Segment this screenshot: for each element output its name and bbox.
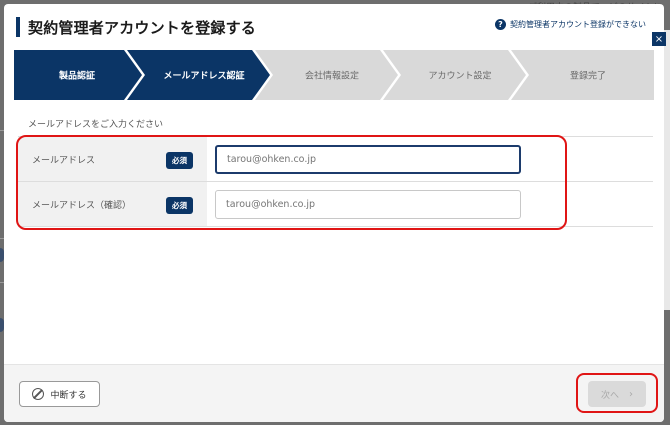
cancel-button[interactable]: 中断する — [19, 381, 100, 407]
step-3-label: 会社情報設定 — [305, 70, 359, 82]
step-5-label: 登録完了 — [570, 70, 606, 82]
prohibited-icon — [32, 388, 45, 400]
help-icon: ? — [495, 19, 506, 30]
form-highlight-annotation — [16, 135, 567, 230]
help-link-label: 契約管理者アカウント登録ができない — [510, 20, 646, 29]
section-label: メールアドレスをご入力ください — [28, 120, 164, 130]
step-4-label: アカウント設定 — [428, 70, 491, 82]
progress-stepper: 製品認証 メールアドレス認証 会社情報設定 アカウント設定 登録完了 — [14, 50, 654, 100]
dialog-header: 契約管理者アカウントを登録する — [16, 16, 256, 38]
next-button-highlight-annotation — [576, 373, 658, 413]
step-2-label: メールアドレス認証 — [163, 70, 244, 82]
cannot-register-help-link[interactable]: ? 契約管理者アカウント登録ができない — [495, 19, 646, 30]
close-icon[interactable]: × — [652, 32, 666, 46]
background-panel — [664, 30, 670, 310]
dialog-footer: 中断する 次へ › — [4, 364, 664, 422]
register-admin-dialog: 契約管理者アカウントを登録する ? 契約管理者アカウント登録ができない 製品認証… — [4, 4, 664, 422]
stepper-arrows: 製品認証 メールアドレス認証 会社情報設定 アカウント設定 登録完了 — [14, 50, 654, 100]
cancel-button-label: 中断する — [50, 390, 87, 401]
step-1-label: 製品認証 — [58, 70, 95, 82]
title-accent-bar — [16, 17, 20, 37]
dialog-title: 契約管理者アカウントを登録する — [28, 18, 257, 37]
